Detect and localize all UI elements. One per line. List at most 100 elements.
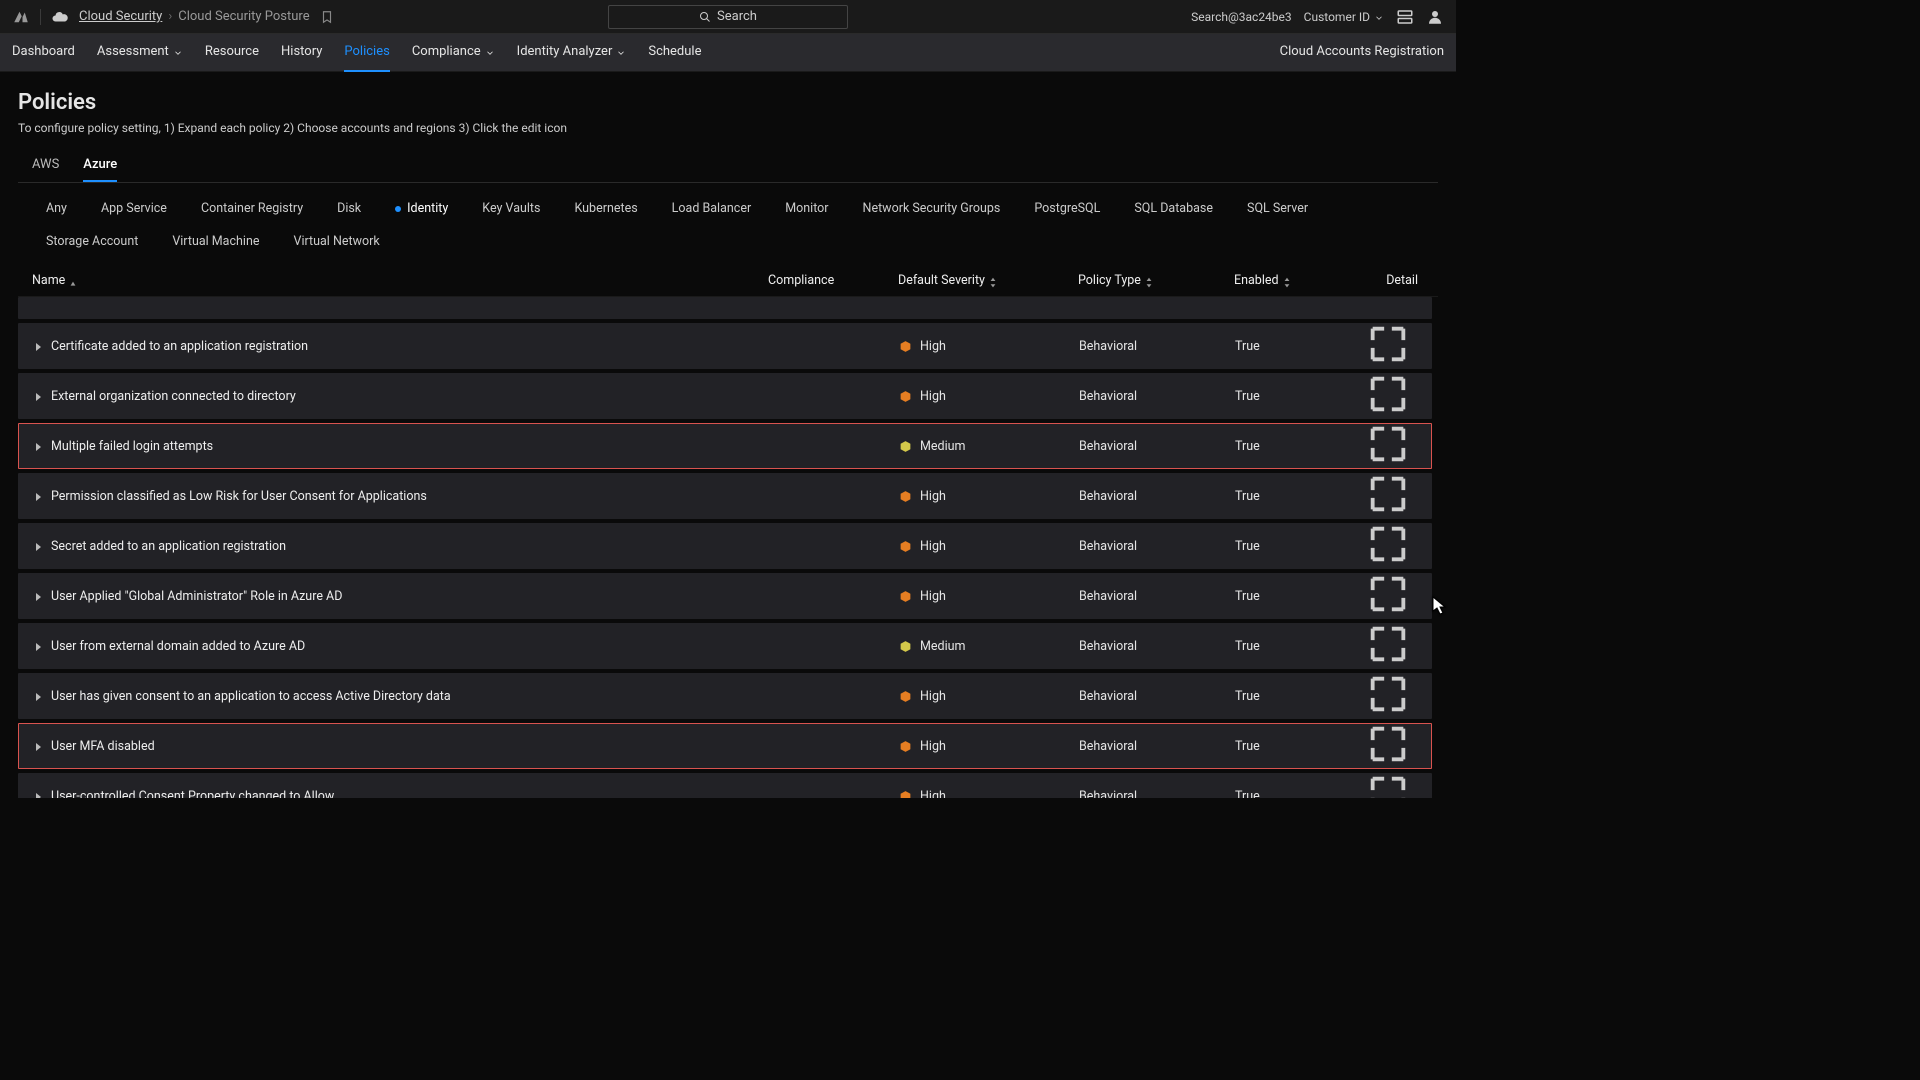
col-name[interactable]: Name: [28, 273, 768, 288]
topbar-left: Cloud Security › Cloud Security Posture: [12, 8, 334, 26]
filter-kubernetes[interactable]: Kubernetes: [560, 195, 651, 222]
policy-name: User Applied "Global Administrator" Role…: [51, 589, 342, 604]
expand-detail-icon[interactable]: [1365, 406, 1411, 421]
row-detail: [1365, 471, 1421, 521]
row-severity: High: [899, 739, 1079, 754]
rows-container[interactable]: Certificate added to an application regi…: [18, 297, 1438, 798]
divider: [40, 9, 41, 25]
severity-hex-icon: [899, 740, 912, 753]
expand-detail-icon[interactable]: [1365, 356, 1411, 371]
search-box[interactable]: Search: [608, 5, 848, 29]
expand-detail-icon[interactable]: [1365, 556, 1411, 571]
navbar: Dashboard Assessment Resource History Polici…: [0, 34, 1456, 72]
policy-name: User-controlled Consent Property changed…: [51, 789, 334, 799]
expand-detail-icon[interactable]: [1365, 656, 1411, 671]
table-row[interactable]: User from external domain added to Azure…: [18, 623, 1432, 669]
row-enabled: True: [1235, 639, 1365, 654]
table-row[interactable]: Secret added to an application registrat…: [18, 523, 1432, 569]
row-name: Certificate added to an application regi…: [29, 339, 769, 354]
table-row[interactable]: User MFA disabledHighBehavioralTrue: [18, 723, 1432, 769]
filter-virtual-network[interactable]: Virtual Network: [279, 228, 393, 255]
filter-virtual-machine[interactable]: Virtual Machine: [158, 228, 273, 255]
expand-caret-icon[interactable]: [33, 491, 43, 501]
row-name: External organization connected to direc…: [29, 389, 769, 404]
filter-key-vaults[interactable]: Key Vaults: [468, 195, 554, 222]
filter-sql-database[interactable]: SQL Database: [1120, 195, 1227, 222]
account-label: Search@3ac24be3: [1191, 10, 1292, 24]
row-name: Secret added to an application registrat…: [29, 539, 769, 554]
table-row[interactable]: User-controlled Consent Property changed…: [18, 773, 1432, 798]
row-name: User Applied "Global Administrator" Role…: [29, 589, 769, 604]
nav-item-compliance[interactable]: Compliance: [412, 34, 495, 72]
table-row[interactable]: Multiple failed login attemptsMediumBeha…: [18, 423, 1432, 469]
cloud-icon[interactable]: [51, 8, 69, 26]
nav-item-dashboard[interactable]: Dashboard: [12, 34, 75, 72]
filter-network-security-groups[interactable]: Network Security Groups: [849, 195, 1015, 222]
nav-item-assessment[interactable]: Assessment: [97, 34, 183, 72]
filter-postgresql[interactable]: PostgreSQL: [1020, 195, 1114, 222]
user-icon[interactable]: [1426, 8, 1444, 26]
breadcrumb: Cloud Security › Cloud Security Posture: [79, 9, 334, 24]
severity-label: Medium: [920, 439, 965, 454]
expand-caret-icon[interactable]: [33, 541, 43, 551]
filter-load-balancer[interactable]: Load Balancer: [658, 195, 766, 222]
row-detail: [1365, 321, 1421, 371]
chevron-down-icon: [616, 47, 626, 57]
expand-caret-icon[interactable]: [33, 441, 43, 451]
nav-item-history[interactable]: History: [281, 34, 322, 72]
table-row[interactable]: Permission classified as Low Risk for Us…: [18, 473, 1432, 519]
severity-label: High: [920, 789, 946, 799]
col-compliance[interactable]: Compliance: [768, 273, 898, 288]
row-severity: High: [899, 789, 1079, 799]
row-enabled: True: [1235, 739, 1365, 754]
col-severity[interactable]: Default Severity: [898, 273, 1078, 288]
filter-container-registry[interactable]: Container Registry: [187, 195, 317, 222]
service-filters: AnyApp ServiceContainer RegistryDiskIden…: [18, 183, 1438, 265]
customer-id-dropdown[interactable]: Customer ID: [1304, 10, 1384, 24]
expand-detail-icon[interactable]: [1365, 456, 1411, 471]
filter-app-service[interactable]: App Service: [87, 195, 181, 222]
breadcrumb-root[interactable]: Cloud Security: [79, 9, 162, 24]
expand-caret-icon[interactable]: [33, 691, 43, 701]
table-row[interactable]: [18, 297, 1432, 319]
severity-label: High: [920, 539, 946, 554]
col-enabled[interactable]: Enabled: [1234, 273, 1364, 288]
table-row[interactable]: External organization connected to direc…: [18, 373, 1432, 419]
expand-caret-icon[interactable]: [33, 391, 43, 401]
expand-caret-icon[interactable]: [33, 341, 43, 351]
table-header: Name Compliance Default Severity Policy …: [18, 265, 1438, 297]
tab-aws[interactable]: AWS: [32, 149, 59, 182]
filter-any[interactable]: Any: [32, 195, 81, 222]
sort-icon: [1283, 277, 1291, 285]
nav-item-resource[interactable]: Resource: [205, 34, 259, 72]
page-title: Policies: [18, 90, 1438, 115]
table-row[interactable]: User Applied "Global Administrator" Role…: [18, 573, 1432, 619]
filter-identity[interactable]: Identity: [381, 195, 462, 222]
filter-disk[interactable]: Disk: [323, 195, 375, 222]
brand-logo-icon[interactable]: [12, 8, 30, 26]
expand-caret-icon[interactable]: [33, 641, 43, 651]
bookmark-icon[interactable]: [320, 10, 334, 24]
nav-item-schedule[interactable]: Schedule: [648, 34, 701, 72]
nav-cloud-accounts[interactable]: Cloud Accounts Registration: [1280, 34, 1444, 72]
servers-icon[interactable]: [1396, 8, 1414, 26]
table-row[interactable]: User has given consent to an application…: [18, 673, 1432, 719]
expand-caret-icon[interactable]: [33, 591, 43, 601]
table-row[interactable]: Certificate added to an application regi…: [18, 323, 1432, 369]
customer-id-label: Customer ID: [1304, 10, 1370, 24]
expand-detail-icon[interactable]: [1365, 506, 1411, 521]
row-enabled: True: [1235, 339, 1365, 354]
nav-item-identity-analyzer[interactable]: Identity Analyzer: [517, 34, 627, 72]
filter-monitor[interactable]: Monitor: [771, 195, 842, 222]
row-detail: [1365, 721, 1421, 771]
col-type[interactable]: Policy Type: [1078, 273, 1234, 288]
expand-caret-icon[interactable]: [33, 741, 43, 751]
expand-caret-icon[interactable]: [33, 791, 43, 798]
filter-storage-account[interactable]: Storage Account: [32, 228, 152, 255]
expand-detail-icon[interactable]: [1365, 606, 1411, 621]
tab-azure[interactable]: Azure: [83, 149, 117, 182]
expand-detail-icon[interactable]: [1365, 756, 1411, 771]
nav-item-policies[interactable]: Policies: [344, 34, 389, 72]
filter-sql-server[interactable]: SQL Server: [1233, 195, 1322, 222]
expand-detail-icon[interactable]: [1365, 706, 1411, 721]
